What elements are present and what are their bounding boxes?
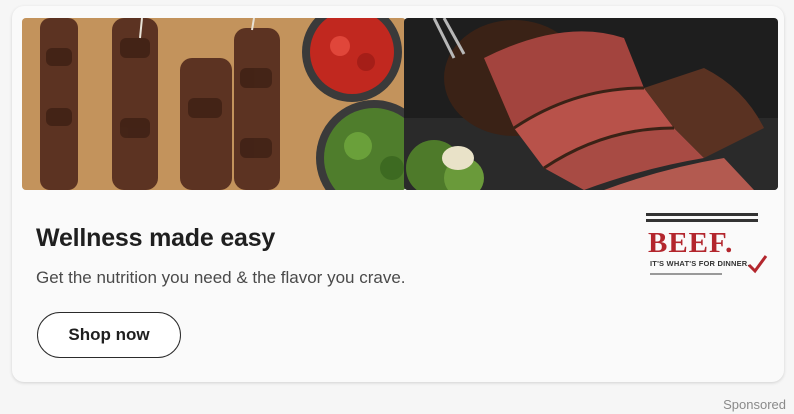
sponsored-label: Sponsored xyxy=(723,397,786,412)
shop-now-button[interactable]: Shop now xyxy=(37,312,181,358)
logo-wordmark: BEEF. xyxy=(648,227,734,259)
beef-brand-logo[interactable]: BEEF. IT'S WHAT'S FOR DINNER. xyxy=(646,213,768,289)
ad-headline: Wellness made easy xyxy=(36,224,276,252)
ad-subtext: Get the nutrition you need & the flavor … xyxy=(36,268,406,287)
roast-beef-image xyxy=(404,18,778,190)
logo-tagline: IT'S WHAT'S FOR DINNER. xyxy=(650,259,750,268)
logo-fine-print xyxy=(650,273,722,275)
checkmark-icon xyxy=(747,255,768,274)
beef-skewers-image xyxy=(22,18,406,190)
sponsored-ad-card[interactable]: Wellness made easy Get the nutrition you… xyxy=(12,6,784,382)
logo-bars xyxy=(646,213,758,225)
